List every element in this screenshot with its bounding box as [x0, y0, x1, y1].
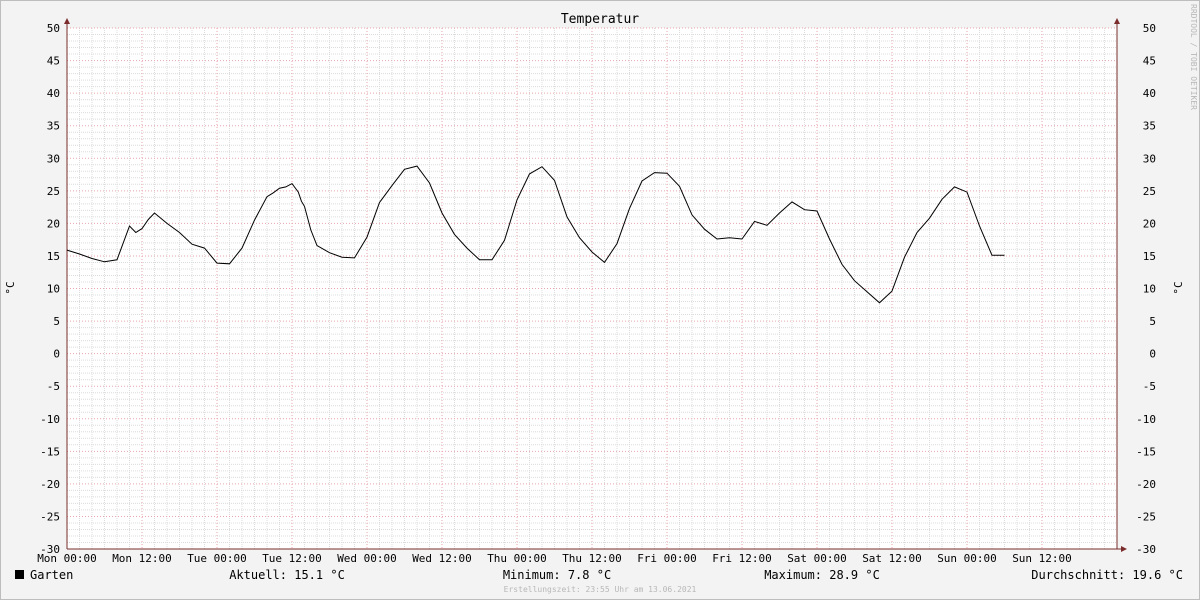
y-tick-label-left: -25 [40, 510, 60, 523]
y-tick-label-left: 20 [47, 217, 60, 230]
x-tick-label: Thu 12:00 [562, 552, 622, 565]
y-tick-label-right: 40 [1143, 87, 1156, 100]
y-tick-label-right: 5 [1149, 315, 1156, 328]
y-tick-label-left: 25 [47, 185, 60, 198]
x-tick-label: Sun 12:00 [1012, 552, 1072, 565]
x-tick-label: Wed 12:00 [412, 552, 472, 565]
y-tick-label-right: 20 [1143, 217, 1156, 230]
y-tick-label-left: 5 [53, 315, 60, 328]
y-tick-label-right: 50 [1143, 22, 1156, 35]
y-tick-label-right: 10 [1143, 283, 1156, 296]
x-tick-label: Sat 12:00 [862, 552, 922, 565]
y-tick-label-left: 30 [47, 152, 60, 165]
y-tick-label-right: -25 [1136, 510, 1156, 523]
y-tick-label-left: 45 [47, 55, 60, 68]
y-axis-label-left: °C [4, 281, 17, 294]
x-tick-label: Fri 12:00 [712, 552, 772, 565]
x-ticks: Mon 00:00 Mon 12:00 Tue 00:00 Tue 12:00 Wed … [37, 552, 1072, 565]
y-tick-label-right: 15 [1143, 250, 1156, 263]
y-tick-label-right: -20 [1136, 478, 1156, 491]
y-axis-left-arrow [64, 18, 70, 24]
x-tick-label: Thu 00:00 [487, 552, 547, 565]
x-tick-label: Tue 12:00 [262, 552, 322, 565]
legend-label-garten: Garten [30, 568, 73, 582]
y-tick-label-left: 35 [47, 120, 60, 133]
y-axis-right-arrow [1114, 18, 1120, 24]
stat-maximum: Maximum: 28.9 °C [764, 568, 880, 582]
x-tick-label: Mon 00:00 [37, 552, 97, 565]
x-tick-label: Mon 12:00 [112, 552, 172, 565]
x-tick-label: Sun 00:00 [937, 552, 997, 565]
y-ticks-right: 50454035302520151050-5-10-15-20-25-30 [1136, 22, 1156, 556]
y-tick-label-right: 35 [1143, 120, 1156, 133]
y-tick-label-right: 30 [1143, 152, 1156, 165]
x-tick-label: Wed 00:00 [337, 552, 397, 565]
y-tick-label-left: -5 [47, 380, 60, 393]
y-tick-label-right: -15 [1136, 445, 1156, 458]
x-axis-arrow [1121, 546, 1127, 552]
stat-current: Aktuell: 15.1 °C [229, 568, 345, 582]
stat-minimum: Minimum: 7.8 °C [503, 568, 611, 582]
legend-swatch-garten [15, 570, 24, 579]
y-tick-label-left: 10 [47, 283, 60, 296]
y-tick-label-left: -10 [40, 413, 60, 426]
y-tick-label-right: -30 [1136, 543, 1156, 556]
y-tick-label-right: -5 [1143, 380, 1156, 393]
stat-average: Durchschnitt: 19.6 °C [1031, 568, 1183, 582]
y-tick-label-left: 50 [47, 22, 60, 35]
chart-title: Temperatur [561, 12, 639, 27]
y-tick-label-left: 0 [53, 348, 60, 361]
y-tick-label-left: 15 [47, 250, 60, 263]
y-ticks-left: 50454035302520151050-5-10-15-20-25-30 [40, 22, 60, 556]
x-tick-label: Tue 00:00 [187, 552, 247, 565]
x-tick-label: Fri 00:00 [637, 552, 697, 565]
creation-time: Erstellungszeit: 23:55 Uhr am 13.06.2021 [504, 585, 697, 594]
watermark: RRDTOOL / TOBI OETIKER [1189, 4, 1198, 110]
y-tick-label-right: -10 [1136, 413, 1156, 426]
y-tick-label-right: 45 [1143, 55, 1156, 68]
y-tick-label-right: 25 [1143, 185, 1156, 198]
y-tick-label-right: 0 [1149, 348, 1156, 361]
y-tick-label-left: 40 [47, 87, 60, 100]
y-axis-label-right: °C [1172, 281, 1185, 294]
y-tick-label-left: -20 [40, 478, 60, 491]
y-tick-label-left: -15 [40, 445, 60, 458]
temperature-chart: 50454035302520151050-5-10-15-20-25-30 50… [4, 4, 1198, 594]
x-tick-label: Sat 00:00 [787, 552, 847, 565]
